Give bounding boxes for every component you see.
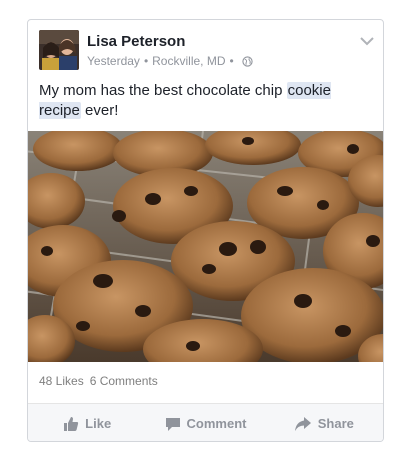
action-bar: Like Comment Share	[28, 403, 383, 441]
share-label: Share	[317, 416, 354, 431]
post-stats: 48 Likes 6 Comments	[39, 374, 158, 388]
avatar[interactable]	[39, 30, 79, 70]
share-arrow-icon	[294, 416, 312, 432]
chevron-down-icon[interactable]	[359, 34, 375, 46]
globe-icon[interactable]	[242, 55, 253, 67]
comment-icon	[165, 416, 181, 432]
post-text-end: ever!	[80, 102, 119, 119]
post-text-start: My mom has the best chocolate chip	[39, 82, 287, 99]
like-label: Like	[85, 416, 112, 431]
thumbs-up-icon	[63, 416, 79, 432]
avatar-photo	[39, 30, 79, 70]
post-header: Lisa Peterson Yesterday • Rockville, MD …	[28, 20, 383, 80]
like-button[interactable]: Like	[28, 404, 146, 441]
post-photo[interactable]	[28, 131, 383, 362]
comments-count[interactable]: 6 Comments	[90, 374, 158, 388]
cookies-image	[28, 131, 383, 362]
author-name[interactable]: Lisa Peterson	[87, 33, 185, 50]
likes-count[interactable]: 48 Likes	[39, 374, 84, 388]
post-meta: Yesterday • Rockville, MD •	[87, 54, 253, 68]
share-button[interactable]: Share	[265, 404, 383, 441]
post-card: Lisa Peterson Yesterday • Rockville, MD …	[27, 19, 384, 442]
comment-label: Comment	[186, 416, 247, 431]
post-text: My mom has the best chocolate chip cooki…	[39, 81, 369, 121]
meta-separator: •	[229, 54, 234, 68]
meta-separator: •	[143, 54, 149, 68]
post-location[interactable]: Rockville, MD	[152, 54, 225, 68]
comment-button[interactable]: Comment	[146, 404, 264, 441]
post-time[interactable]: Yesterday	[87, 54, 140, 68]
